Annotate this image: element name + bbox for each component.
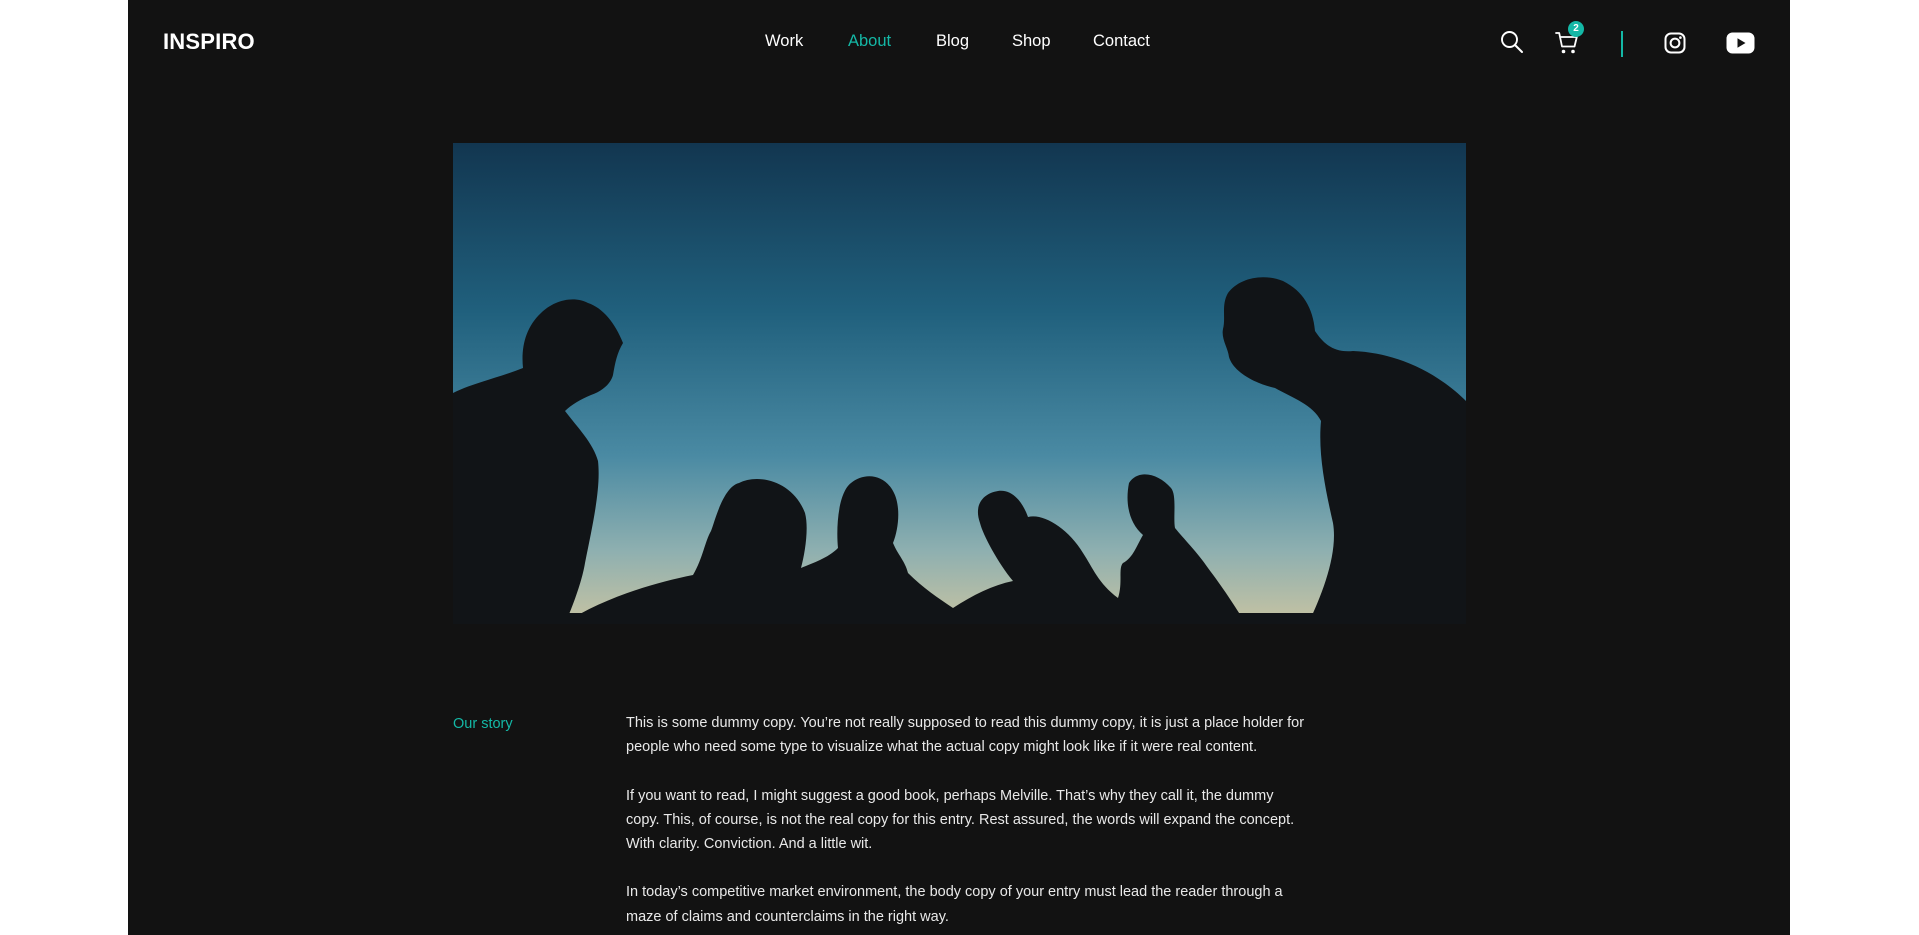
page: INSPIRO Work About Blog Shop Contact 2 O… (128, 0, 1790, 935)
instagram-icon[interactable] (1664, 32, 1686, 54)
cart-count-badge: 2 (1568, 21, 1584, 37)
header-divider (1621, 31, 1623, 57)
nav-item-shop[interactable]: Shop (1012, 32, 1051, 51)
youtube-icon[interactable] (1726, 32, 1755, 54)
site-header: INSPIRO Work About Blog Shop Contact 2 (128, 0, 1790, 86)
hero-image (453, 143, 1466, 624)
nav-item-about[interactable]: About (848, 32, 891, 51)
main-nav: Work About Blog Shop Contact (128, 32, 1790, 54)
story-label: Our story (453, 716, 513, 732)
story-paragraph: If you want to read, I might suggest a g… (626, 787, 1295, 853)
nav-item-work[interactable]: Work (765, 32, 803, 51)
story-paragraph: In today’s competitive market environmen… (626, 884, 1283, 925)
story-paragraph: This is some dummy copy. You’re not real… (626, 715, 1305, 756)
story-body: This is some dummy copy. You’re not real… (626, 711, 1306, 935)
nav-item-contact[interactable]: Contact (1093, 32, 1150, 51)
search-icon[interactable] (1500, 30, 1524, 54)
nav-item-blog[interactable]: Blog (936, 32, 969, 51)
